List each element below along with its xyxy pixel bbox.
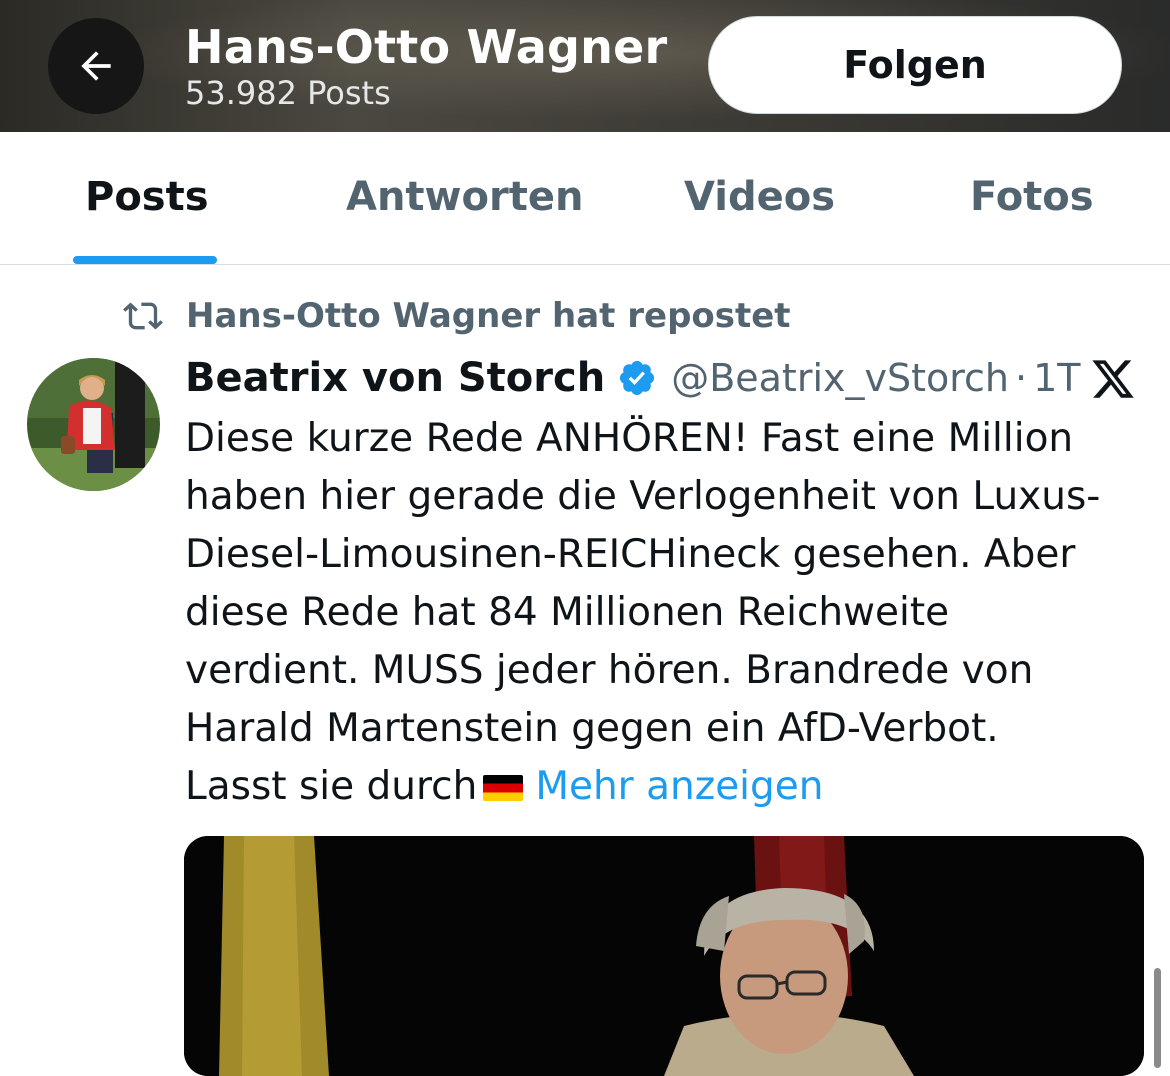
back-button[interactable] bbox=[48, 18, 144, 114]
germany-flag-icon bbox=[483, 775, 524, 801]
x-logo-icon bbox=[1092, 360, 1134, 398]
author-name[interactable]: Beatrix von Storch bbox=[185, 355, 605, 401]
tweet-text-line: haben hier gerade die Verlogenheit von L… bbox=[185, 474, 1101, 519]
repost-context[interactable]: Hans-Otto Wagner hat repostet bbox=[120, 296, 791, 336]
time-separator: · bbox=[1015, 356, 1028, 400]
tweet-text-line: Harald Martenstein gegen ein AfD-Verbot. bbox=[185, 706, 999, 751]
tweet-text-line: Lasst sie durch bbox=[185, 764, 478, 809]
tab-posts[interactable]: Posts bbox=[85, 174, 209, 220]
profile-name: Hans-Otto Wagner bbox=[185, 20, 668, 74]
verified-badge-icon bbox=[620, 360, 655, 396]
repost-label: Hans-Otto Wagner hat repostet bbox=[186, 296, 791, 336]
post-count: 53.982 Posts bbox=[185, 74, 391, 112]
tweet-text-line: diese Rede hat 84 Millionen Reichweite bbox=[185, 590, 950, 635]
tweet-video-media[interactable] bbox=[184, 836, 1144, 1076]
tweet-text-line: verdient. MUSS jeder hören. Brandrede vo… bbox=[185, 648, 1034, 693]
tweet-text: Diese kurze Rede ANHÖREN! Fast eine Mill… bbox=[185, 410, 1145, 816]
tab-fotos[interactable]: Fotos bbox=[970, 174, 1094, 220]
tweet-text-last-line: Lasst sie durch Mehr anzeigen bbox=[185, 758, 1145, 816]
arrow-left-icon bbox=[81, 51, 111, 81]
profile-tabs: Posts Antworten Videos Fotos bbox=[0, 132, 1170, 265]
tweet-text-line: Diese kurze Rede ANHÖREN! Fast eine Mill… bbox=[185, 416, 1074, 461]
scrollbar[interactable] bbox=[1154, 968, 1161, 1068]
follow-button[interactable]: Folgen bbox=[708, 16, 1122, 114]
repost-icon bbox=[123, 302, 163, 330]
tweet-author-row: Beatrix von Storch @Beatrix_vStorch · 1T bbox=[185, 352, 1081, 404]
author-handle[interactable]: @Beatrix_vStorch bbox=[671, 356, 1009, 400]
avatar[interactable] bbox=[27, 358, 160, 491]
tab-antworten[interactable]: Antworten bbox=[346, 174, 583, 220]
show-more-link[interactable]: Mehr anzeigen bbox=[535, 764, 823, 809]
profile-header: Hans-Otto Wagner 53.982 Posts Folgen bbox=[0, 0, 1170, 132]
tweet-timestamp[interactable]: 1T bbox=[1033, 356, 1080, 400]
tab-videos[interactable]: Videos bbox=[684, 174, 835, 220]
active-tab-indicator bbox=[73, 256, 217, 264]
tweet-text-line: Diesel-Limousinen-REICHineck gesehen. Ab… bbox=[185, 532, 1076, 577]
